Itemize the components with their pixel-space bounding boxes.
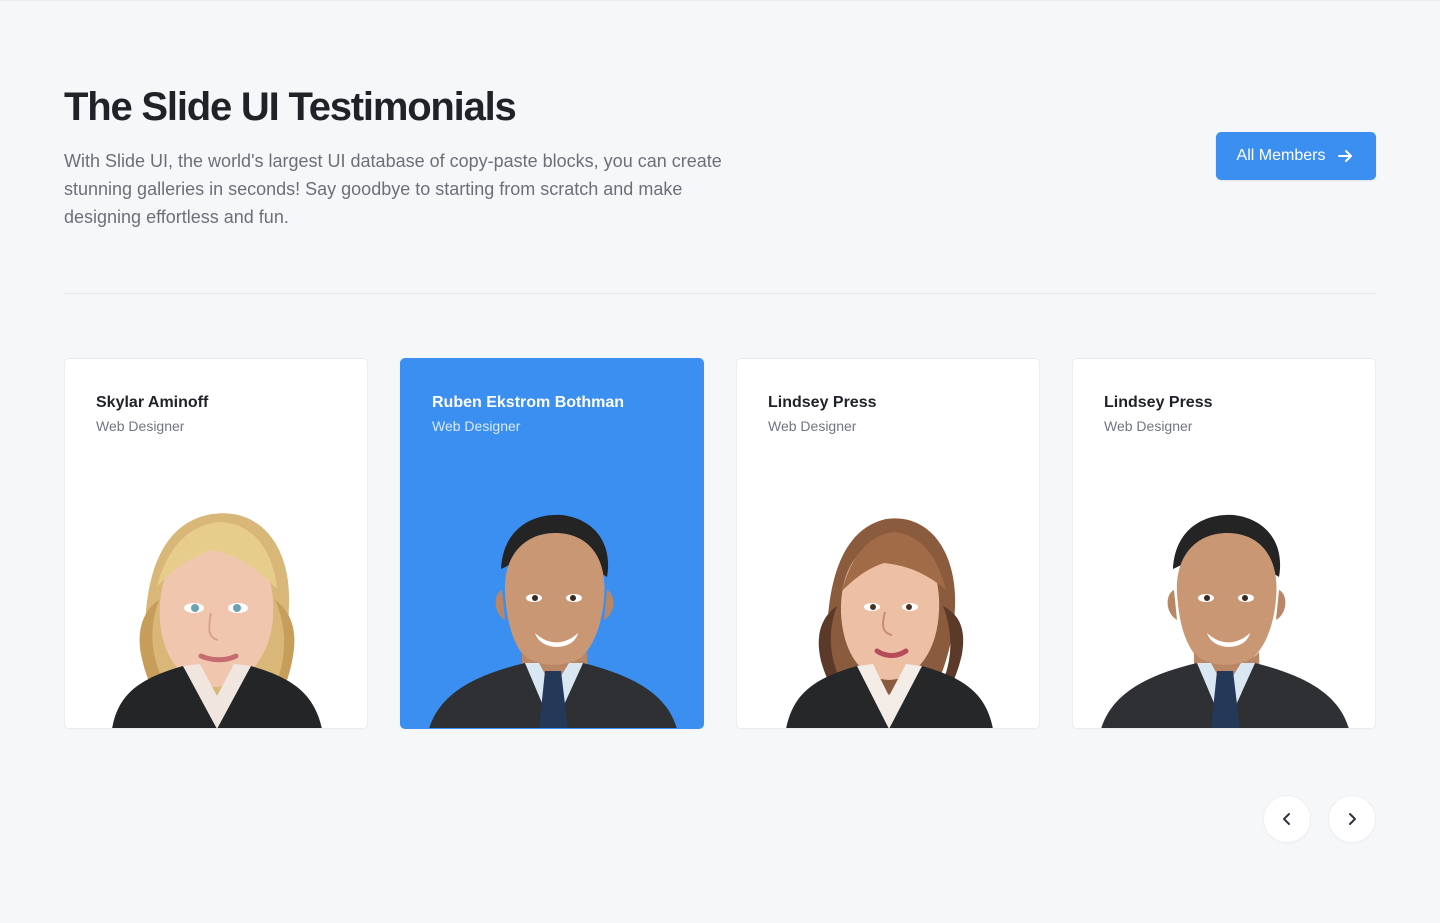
chevron-left-icon xyxy=(1279,811,1295,827)
member-role: Web Designer xyxy=(432,418,521,434)
member-name: Lindsey Press xyxy=(768,394,877,411)
page-title: The Slide UI Testimonials xyxy=(64,85,517,129)
brunette-woman-portrait xyxy=(759,467,1019,728)
section-divider xyxy=(64,293,1376,294)
testimonials-header: The Slide UI Testimonials With Slide UI,… xyxy=(64,85,1376,235)
chevron-right-icon xyxy=(1344,811,1360,827)
previous-slide-button[interactable] xyxy=(1263,795,1311,843)
carousel-controls xyxy=(1263,795,1376,843)
blonde-woman-portrait xyxy=(87,467,347,728)
member-card-skylar-aminoff[interactable]: Skylar Aminoff Web Designer xyxy=(64,358,368,729)
man-portrait xyxy=(1095,467,1355,728)
arrow-right-icon xyxy=(1335,146,1355,166)
member-card-ruben-ekstrom-bothman[interactable]: Ruben Ekstrom Bothman Web Designer xyxy=(400,358,704,729)
all-members-button[interactable]: All Members xyxy=(1216,132,1376,180)
member-name: Lindsey Press xyxy=(1104,394,1213,411)
member-role: Web Designer xyxy=(96,418,185,434)
member-name: Skylar Aminoff xyxy=(96,394,209,411)
all-members-label: All Members xyxy=(1236,147,1326,164)
member-name: Ruben Ekstrom Bothman xyxy=(432,394,625,411)
member-card-lindsey-press[interactable]: Lindsey Press Web Designer xyxy=(736,358,1040,729)
page-description: With Slide UI, the world's largest UI da… xyxy=(64,151,722,227)
next-slide-button[interactable] xyxy=(1328,795,1376,843)
man-portrait xyxy=(423,467,683,728)
member-role: Web Designer xyxy=(768,418,857,434)
testimonials-page: The Slide UI Testimonials With Slide UI,… xyxy=(0,0,1440,923)
member-card-lindsey-press[interactable]: Lindsey Press Web Designer xyxy=(1072,358,1376,729)
member-role: Web Designer xyxy=(1104,418,1193,434)
testimonial-cards: Skylar Aminoff Web Designer Ruben Ekstro… xyxy=(64,358,1376,730)
